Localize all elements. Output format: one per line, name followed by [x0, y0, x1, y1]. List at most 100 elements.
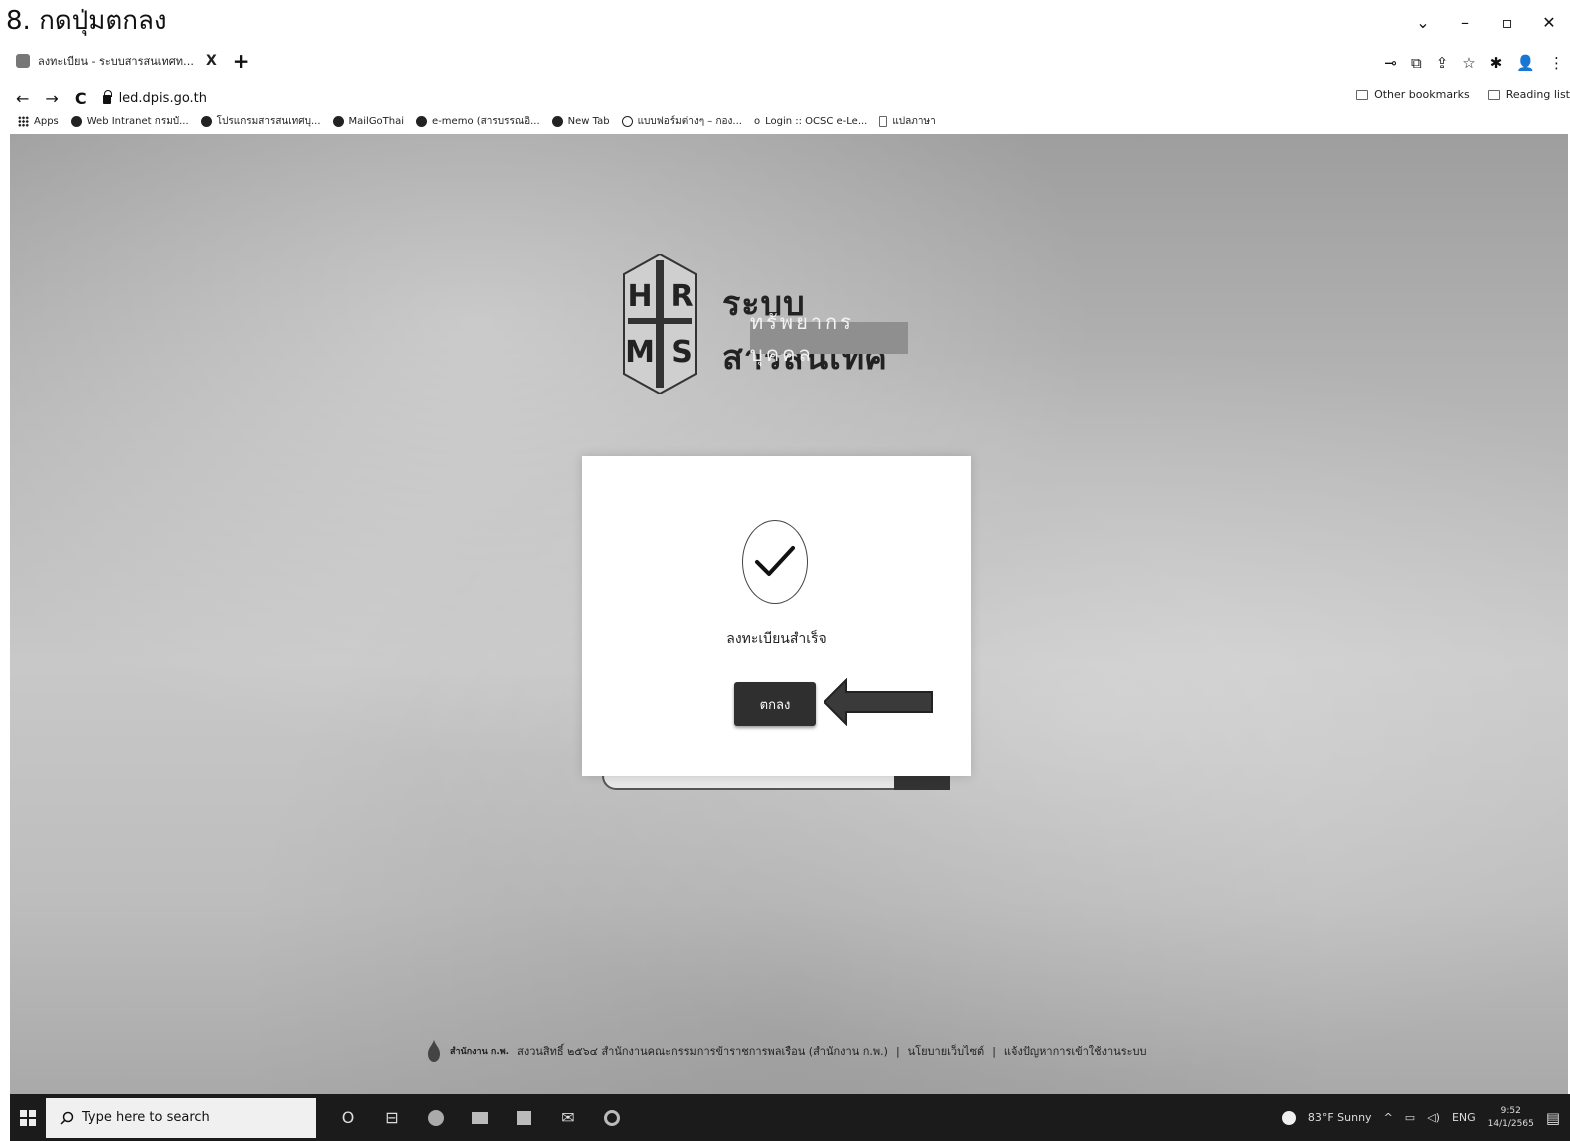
- mail-icon[interactable]: ✉: [558, 1108, 578, 1127]
- share-icon[interactable]: ⇪: [1436, 54, 1449, 72]
- back-icon[interactable]: ←: [16, 89, 29, 108]
- forward-icon[interactable]: →: [45, 89, 58, 108]
- chrome-icon[interactable]: [602, 1109, 622, 1127]
- bookmark-label: แบบฟอร์มต่างๆ – กอง...: [637, 115, 742, 127]
- search-icon: [60, 1111, 74, 1125]
- weather-text[interactable]: 83°F Sunny: [1308, 1111, 1372, 1124]
- tab-search-icon[interactable]: ⌄: [1402, 8, 1444, 36]
- network-icon[interactable]: ▭: [1405, 1111, 1415, 1124]
- bookmark-item[interactable]: MailGoThai: [332, 115, 404, 127]
- bookmark-item[interactable]: โปรแกรมสารสนเทศบุ...: [200, 114, 321, 129]
- url-text: led.dpis.go.th: [118, 90, 208, 106]
- bookmark-item[interactable]: o Login :: OCSC e-Le...: [754, 116, 867, 127]
- close-window-icon[interactable]: ✕: [1528, 8, 1570, 36]
- browser-tab[interactable]: ลงทะเบียน - ระบบสารสนเทศทรัพยากร X: [16, 52, 217, 70]
- windows-logo-icon: [20, 1109, 36, 1126]
- hrms-emblem-icon: H R M S: [623, 252, 697, 396]
- address-bar: ← → C led.dpis.go.th: [16, 86, 207, 110]
- small-dot-icon: o: [753, 115, 761, 127]
- bookmark-star-icon[interactable]: ☆: [1462, 54, 1475, 72]
- bookmark-item[interactable]: แบบฟอร์มต่างๆ – กอง...: [621, 114, 742, 129]
- notifications-icon[interactable]: ▤: [1546, 1109, 1560, 1127]
- lock-icon: [102, 89, 112, 104]
- bookmark-label: แปลภาษา: [892, 115, 936, 127]
- other-bookmarks[interactable]: Other bookmarks: [1356, 88, 1470, 101]
- minimize-icon[interactable]: –: [1444, 8, 1486, 36]
- profile-icon[interactable]: 👤: [1516, 54, 1535, 72]
- extensions-puzzle-icon[interactable]: ✱: [1490, 54, 1503, 72]
- bookmark-label: New Tab: [567, 115, 610, 127]
- clock-time: 9:52: [1500, 1105, 1521, 1116]
- footer-copyright: สงวนสิทธิ์ ๒๕๖๔ สำนักงานคณะกรรมการข้าราช…: [517, 1045, 888, 1058]
- site-favicon-icon: [16, 54, 30, 68]
- reading-list[interactable]: Reading list: [1487, 88, 1570, 101]
- apps-grid-icon: [18, 115, 29, 127]
- password-key-icon[interactable]: ⊸: [1384, 54, 1397, 72]
- url-field[interactable]: led.dpis.go.th: [102, 89, 208, 106]
- taskbar-search[interactable]: Type here to search: [46, 1097, 316, 1138]
- file-explorer-icon[interactable]: [470, 1109, 490, 1127]
- footer-separator: |: [895, 1044, 900, 1058]
- reading-list-label: Reading list: [1505, 88, 1570, 101]
- edge-icon[interactable]: [426, 1109, 446, 1127]
- globe-icon: [551, 115, 563, 127]
- right-bookmarks: Other bookmarks Reading list: [1356, 88, 1570, 101]
- bookmark-item[interactable]: New Tab: [551, 115, 610, 127]
- footer-separator: |: [992, 1044, 996, 1058]
- windows-taskbar: Type here to search O ⊟ ✉ 83°F Sunny ^ ▭…: [10, 1094, 1570, 1141]
- pointer-arrow-icon: [824, 678, 933, 726]
- other-bookmarks-label: Other bookmarks: [1374, 88, 1470, 101]
- globe-icon: [200, 115, 212, 127]
- ok-button[interactable]: ตกลง: [734, 682, 816, 726]
- bookmark-label: โปรแกรมสารสนเทศบุ...: [216, 115, 321, 127]
- page-icon: [879, 115, 888, 127]
- bookmark-label: Web Intranet กรมบั...: [86, 115, 189, 127]
- logo-subtitle: ทรัพยากรบุคคล: [750, 310, 908, 366]
- success-check-icon: [742, 520, 808, 604]
- task-view-icon[interactable]: ⊟: [382, 1108, 402, 1127]
- bookmark-apps[interactable]: Apps: [18, 115, 59, 127]
- clock-date: 14/1/2565: [1487, 1118, 1534, 1129]
- success-message: ลงทะเบียนสำเร็จ: [726, 631, 827, 647]
- bookmark-label: Apps: [34, 115, 59, 127]
- background-card-button: [894, 774, 950, 790]
- volume-icon[interactable]: ◁): [1427, 1111, 1440, 1124]
- logo-letter-h: H: [627, 279, 652, 314]
- bookmark-label: Login :: OCSC e-Le...: [765, 115, 868, 127]
- window-controls: ⌄ – ▫ ✕: [1402, 8, 1570, 36]
- globe-icon: [416, 115, 428, 127]
- page-footer: สำนักงาน ก.พ. สงวนสิทธิ์ ๒๕๖๔ สำนักงานคณ…: [426, 1040, 1147, 1062]
- bookmark-label: e-memo (สารบรรณอิ...: [432, 115, 540, 127]
- footer-brand: สำนักงาน ก.พ.: [450, 1047, 510, 1057]
- bookmark-item[interactable]: e-memo (สารบรรณอิ...: [416, 114, 540, 129]
- footer-policy-link[interactable]: นโยบายเว็บไซต์: [908, 1042, 985, 1060]
- hrms-logo: H R M S ระบบสารสนเทศ ทรัพยากรบุคคล: [610, 252, 950, 396]
- language-indicator[interactable]: ENG: [1452, 1111, 1476, 1124]
- globe-icon: [70, 115, 82, 127]
- reload-icon[interactable]: C: [75, 89, 87, 108]
- success-dialog: ลงทะเบียนสำเร็จ ตกลง: [582, 456, 971, 776]
- bookmarks-bar: Apps Web Intranet กรมบั... โปรแกรมสารสนเ…: [18, 110, 936, 132]
- new-tab-button[interactable]: +: [233, 49, 250, 73]
- tray-chevron-icon[interactable]: ^: [1384, 1111, 1393, 1124]
- tab-close-icon[interactable]: X: [206, 53, 217, 69]
- restore-icon[interactable]: ▫: [1486, 8, 1528, 36]
- bookmark-item[interactable]: แปลภาษา: [879, 114, 936, 129]
- weather-sun-icon: [1281, 1110, 1296, 1125]
- store-icon[interactable]: [514, 1109, 534, 1127]
- start-button[interactable]: [10, 1094, 46, 1141]
- footer-report-link[interactable]: แจ้งปัญหาการเข้าใช้งานระบบ: [1004, 1042, 1147, 1060]
- clock[interactable]: 9:52 14/1/2565: [1488, 1105, 1534, 1131]
- tab-title: ลงทะเบียน - ระบบสารสนเทศทรัพยากร: [38, 55, 198, 68]
- cortana-icon[interactable]: O: [338, 1108, 358, 1127]
- logo-letter-m: M: [625, 335, 655, 370]
- logo-letter-r: R: [670, 279, 693, 314]
- translate-icon[interactable]: ⧉: [1411, 54, 1422, 72]
- circle-icon: [621, 115, 633, 127]
- search-placeholder: Type here to search: [82, 1110, 210, 1125]
- page-viewport: H R M S ระบบสารสนเทศ ทรัพยากรบุคคล ลงทะเ…: [10, 134, 1568, 1094]
- folder-icon: [1356, 89, 1369, 100]
- bookmark-item[interactable]: Web Intranet กรมบั...: [70, 114, 189, 129]
- tab-strip: ลงทะเบียน - ระบบสารสนเทศทรัพยากร X +: [16, 48, 250, 74]
- menu-kebab-icon[interactable]: ⋮: [1549, 54, 1564, 72]
